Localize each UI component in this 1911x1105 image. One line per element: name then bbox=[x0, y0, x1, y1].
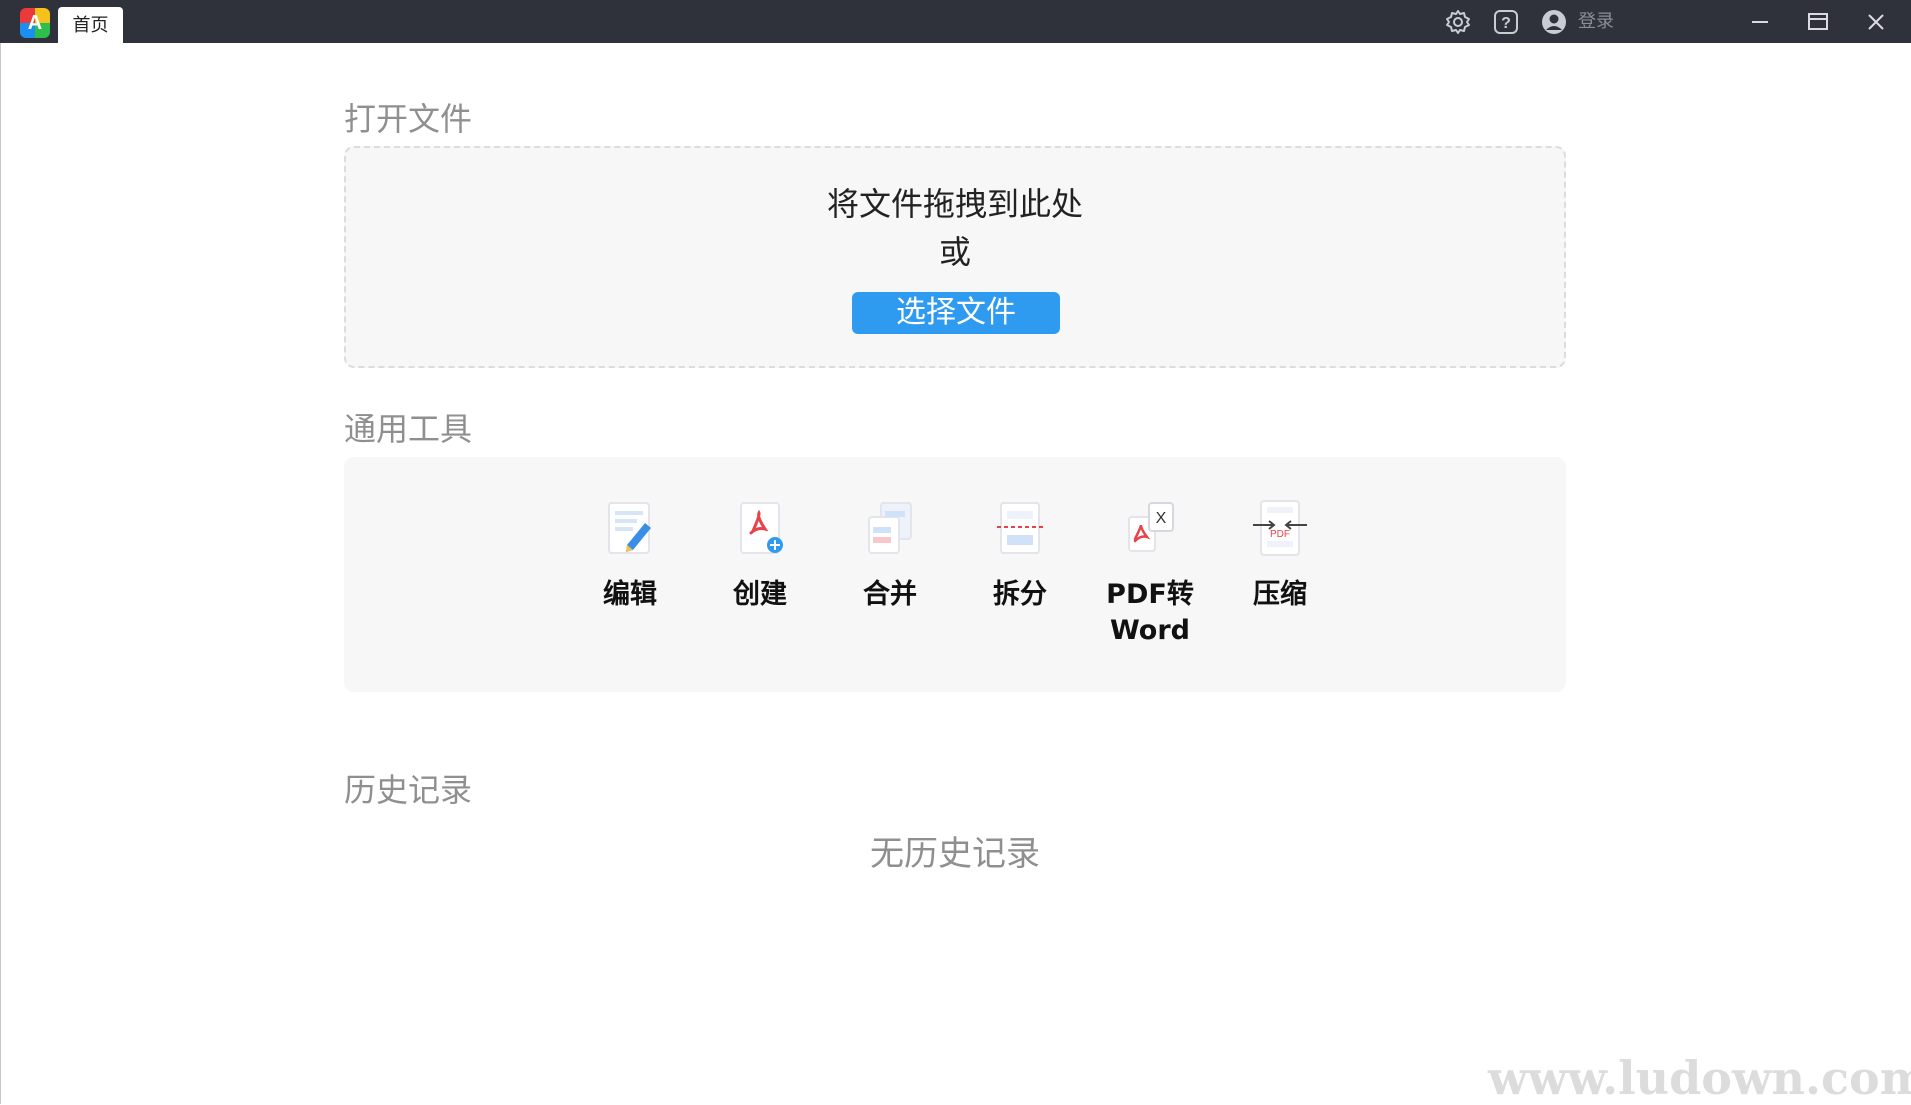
tool-split[interactable]: 拆分 bbox=[965, 497, 1075, 613]
select-file-button[interactable]: 选择文件 bbox=[852, 292, 1060, 334]
tool-label: 创建 bbox=[733, 579, 787, 610]
open-file-title: 打开文件 bbox=[344, 100, 473, 138]
tool-label: 压缩 bbox=[1253, 579, 1307, 610]
create-pdf-icon bbox=[740, 502, 783, 554]
watermark: www.ludown.com bbox=[1488, 1051, 1911, 1105]
tool-compress[interactable]: PDF 压缩 bbox=[1225, 497, 1335, 613]
no-history-text: 无历史记录 bbox=[870, 834, 1040, 874]
svg-text:PDF: PDF bbox=[1270, 529, 1290, 540]
maximize-icon[interactable] bbox=[1804, 8, 1832, 36]
history-title: 历史记录 bbox=[344, 771, 473, 809]
compress-icon: PDF bbox=[1253, 500, 1307, 556]
or-text: 或 bbox=[938, 233, 971, 271]
tool-pdf-to-word[interactable]: X PDF转 Word bbox=[1095, 497, 1205, 649]
pdf-to-word-icon: X bbox=[1128, 502, 1174, 552]
svg-text:?: ? bbox=[1501, 15, 1511, 32]
tool-merge[interactable]: 合并 bbox=[835, 497, 945, 613]
tool-label: PDF转 Word bbox=[1106, 579, 1194, 646]
minimize-icon[interactable] bbox=[1746, 8, 1774, 36]
close-icon[interactable] bbox=[1862, 8, 1890, 36]
svg-text:X: X bbox=[1156, 510, 1167, 527]
tool-label: 合并 bbox=[863, 579, 917, 610]
tool-create[interactable]: 创建 bbox=[705, 497, 815, 613]
login-link[interactable]: 登录 bbox=[1578, 10, 1614, 34]
app-logo bbox=[20, 8, 50, 38]
split-icon bbox=[997, 502, 1043, 554]
help-icon[interactable]: ? bbox=[1492, 8, 1520, 36]
drop-hint: 将文件拖拽到此处 bbox=[826, 185, 1083, 223]
window-border bbox=[0, 43, 1, 1104]
tab-home[interactable]: 首页 bbox=[58, 7, 123, 43]
gear-icon[interactable] bbox=[1444, 8, 1472, 36]
title-bar: 首页 ? 登录 bbox=[0, 0, 1911, 43]
avatar-icon[interactable] bbox=[1540, 8, 1568, 36]
tool-edit[interactable]: 编辑 bbox=[575, 497, 685, 613]
tool-label: 拆分 bbox=[993, 579, 1047, 610]
edit-doc-icon bbox=[608, 502, 651, 554]
tools-title: 通用工具 bbox=[344, 410, 473, 448]
tool-label: 编辑 bbox=[603, 579, 657, 610]
tools-panel: 编辑 创建 合并 拆分 X PDF转 Word PDF 压缩 bbox=[344, 457, 1566, 692]
file-drop-zone[interactable]: 将文件拖拽到此处 或 选择文件 bbox=[344, 146, 1566, 368]
merge-icon bbox=[868, 502, 912, 554]
